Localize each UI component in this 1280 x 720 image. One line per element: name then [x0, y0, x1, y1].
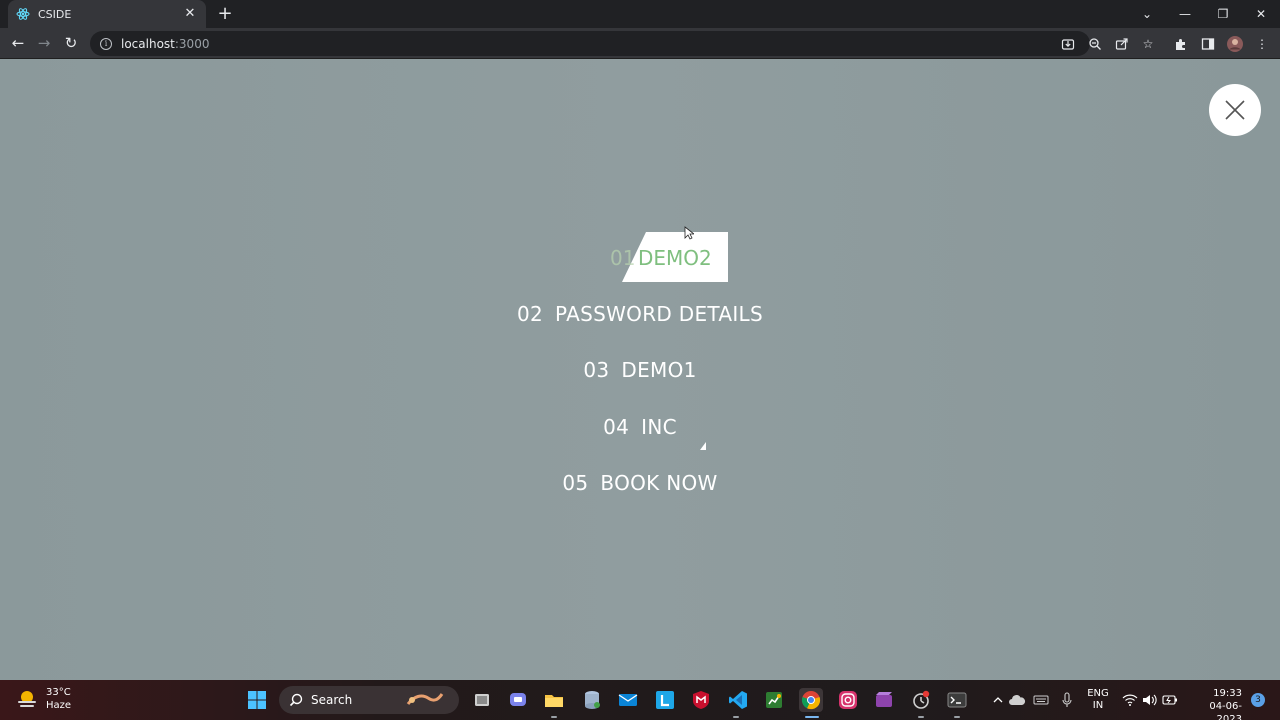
new-tab-button[interactable]: + — [215, 4, 235, 24]
zoom-icon[interactable] — [1085, 34, 1105, 54]
search-highlight-icon — [407, 693, 444, 705]
menu-overlay: 01 DEMO2 02 PASSWORD DETAILS 03 DEMO1 04 IN… — [0, 59, 1280, 680]
l-app-icon[interactable] — [653, 688, 677, 712]
chrome-icon[interactable] — [799, 688, 823, 712]
window-controls: ⌄ — ❐ ✕ — [1128, 0, 1280, 28]
microphone-icon[interactable] — [1055, 688, 1079, 712]
side-panel-icon[interactable] — [1198, 34, 1218, 54]
menu-item-number: 04 — [603, 415, 630, 439]
notification-badge[interactable]: 3 — [1251, 693, 1265, 707]
address-bar[interactable]: i localhost:3000 — [90, 31, 1090, 56]
info-icon[interactable]: i — [100, 37, 112, 50]
clock-time: 19:33 — [1213, 688, 1242, 699]
url-port: :3000 — [174, 36, 210, 51]
onedrive-icon[interactable] — [1005, 688, 1029, 712]
spreadsheet-icon[interactable] — [762, 688, 786, 712]
menu-item-number: 03 — [583, 358, 610, 382]
battery-icon[interactable] — [1158, 688, 1182, 712]
instagram-icon[interactable] — [836, 688, 860, 712]
teams-chat-icon[interactable] — [506, 688, 530, 712]
weather-haze-icon — [18, 691, 36, 707]
install-icon[interactable] — [1058, 34, 1078, 54]
menu-item-number: 01 — [610, 246, 636, 270]
vscode-icon[interactable] — [726, 688, 750, 712]
video-editor-icon[interactable] — [872, 688, 896, 712]
tab-search-icon[interactable]: ⌄ — [1128, 0, 1166, 28]
close-menu-button[interactable] — [1209, 84, 1261, 136]
menu-item-demo2[interactable]: 01 DEMO2 — [604, 232, 728, 282]
tab-close-icon[interactable]: ✕ — [182, 6, 198, 22]
reload-icon[interactable]: ↻ — [59, 31, 83, 55]
menu-item-label: PASSWORD DETAILS — [555, 302, 763, 326]
menu-item-label: DEMO2 — [638, 246, 712, 270]
start-icon[interactable] — [245, 688, 269, 712]
menu-item-label: BOOK NOW — [600, 471, 718, 495]
menu-item-password-details[interactable]: 02 PASSWORD DETAILS — [0, 302, 1280, 326]
window-close-button[interactable]: ✕ — [1242, 0, 1280, 28]
file-explorer-icon[interactable] — [542, 688, 566, 712]
mail-icon[interactable] — [616, 688, 640, 712]
language-indicator[interactable]: ENG IN — [1085, 688, 1111, 712]
weather-widget[interactable]: 33°C Haze — [16, 686, 71, 712]
menu-item-inc[interactable]: 04 INC — [0, 415, 1280, 439]
restore-button[interactable]: ❐ — [1204, 0, 1242, 28]
url-host: localhost — [121, 36, 175, 51]
running-indicator — [918, 716, 924, 718]
minimize-button[interactable]: — — [1166, 0, 1204, 28]
mcafee-icon[interactable] — [689, 688, 713, 712]
lang-line1: ENG — [1087, 688, 1109, 699]
menu-item-label: INC — [641, 415, 677, 439]
forward-icon[interactable]: → — [32, 31, 56, 55]
menu-item-number: 05 — [562, 471, 589, 495]
search-icon — [289, 693, 303, 707]
menu-icon[interactable]: ⋮ — [1252, 34, 1272, 54]
recorder-icon[interactable] — [909, 688, 933, 712]
running-indicator — [733, 716, 739, 718]
taskbar: 33°C Haze Search ENG IN 19:33 04-06-2023… — [0, 680, 1280, 720]
terminal-icon[interactable] — [945, 688, 969, 712]
tab-strip: CSIDE ✕ + ⌄ — ❐ ✕ — [0, 0, 1280, 28]
weather-temp: 33°C — [46, 687, 71, 698]
tab-title: CSIDE — [38, 7, 72, 21]
browser-toolbar: ← → ↻ i localhost:3000 ☆ ⋮ — [0, 28, 1280, 59]
menu-item-book-now[interactable]: 05 BOOK NOW — [0, 471, 1280, 495]
menu-item-label: DEMO1 — [621, 358, 697, 382]
browser-tab[interactable]: CSIDE ✕ — [8, 0, 206, 28]
extensions-icon[interactable] — [1171, 34, 1191, 54]
profile-avatar[interactable] — [1225, 34, 1245, 54]
menu-item-number: 02 — [516, 302, 544, 326]
decorative-triangle — [700, 442, 706, 450]
menu-item-demo1[interactable]: 03 DEMO1 — [0, 358, 1280, 382]
database-app-icon[interactable] — [580, 688, 604, 712]
close-icon — [1225, 100, 1245, 120]
task-view-icon[interactable] — [470, 688, 494, 712]
weather-desc: Haze — [46, 700, 72, 711]
keyboard-icon[interactable] — [1029, 688, 1053, 712]
running-indicator — [551, 716, 557, 718]
running-indicator — [954, 716, 960, 718]
active-indicator — [805, 716, 819, 718]
clock-date: 04-06-2023 — [1209, 701, 1242, 720]
react-icon — [16, 7, 30, 21]
search-label: Search — [311, 693, 353, 707]
bookmark-star-icon[interactable]: ☆ — [1138, 34, 1158, 54]
mouse-cursor-icon — [684, 226, 694, 240]
lang-line2: IN — [1092, 700, 1104, 711]
back-icon[interactable]: ← — [6, 31, 30, 55]
taskbar-search[interactable]: Search — [279, 686, 459, 714]
share-icon[interactable] — [1112, 34, 1132, 54]
system-clock[interactable]: 19:33 04-06-2023 — [1184, 687, 1242, 720]
